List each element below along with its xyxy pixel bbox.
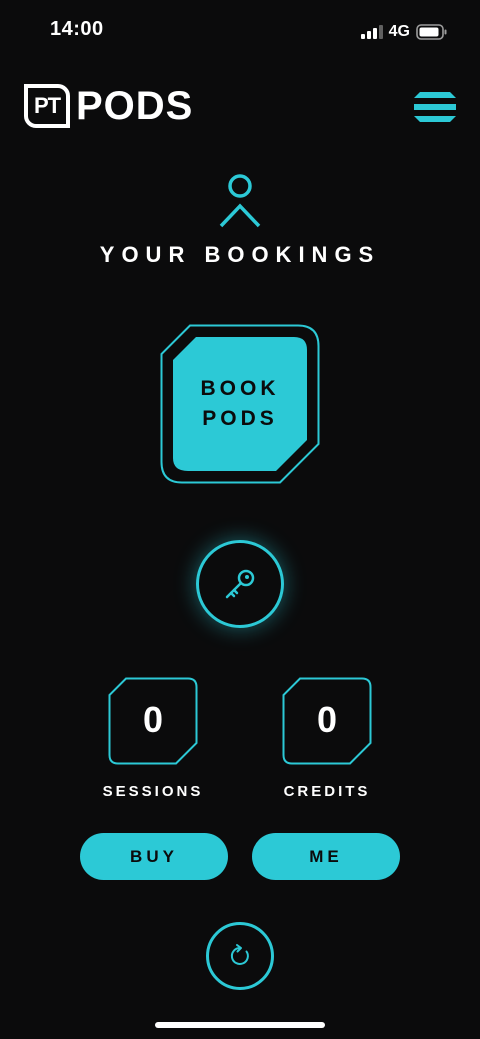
book-pods-line2: PODS	[202, 407, 278, 430]
credits-count: 0	[316, 699, 338, 740]
book-pods-label: BOOK PODS	[160, 374, 320, 434]
network-type: 4G	[388, 23, 410, 40]
user-icon	[219, 174, 261, 228]
status-time: 14:00	[50, 18, 104, 40]
page-title: YOUR BOOKINGS	[99, 242, 381, 267]
status-indicators: 4G	[360, 22, 448, 42]
credits-label: CREDITS	[283, 783, 371, 800]
home-indicator[interactable]	[155, 1022, 325, 1028]
menu-icon	[414, 92, 456, 122]
logo-mark: PT	[24, 84, 70, 128]
app-logo: PT PODS	[24, 84, 193, 128]
menu-button[interactable]	[414, 92, 456, 122]
sessions-label: SESSIONS	[102, 783, 204, 800]
refresh-icon	[230, 944, 249, 965]
buy-button[interactable]: BUY	[80, 833, 228, 880]
book-pods-line1: BOOK	[200, 377, 280, 400]
refresh-button[interactable]	[206, 922, 274, 990]
battery-icon	[416, 24, 447, 40]
signal-bars-icon	[360, 25, 383, 39]
logo-text: PODS	[76, 84, 194, 128]
key-button[interactable]	[196, 540, 284, 628]
me-button[interactable]: ME	[252, 833, 400, 880]
key-icon	[225, 569, 255, 599]
sessions-count: 0	[142, 699, 164, 740]
